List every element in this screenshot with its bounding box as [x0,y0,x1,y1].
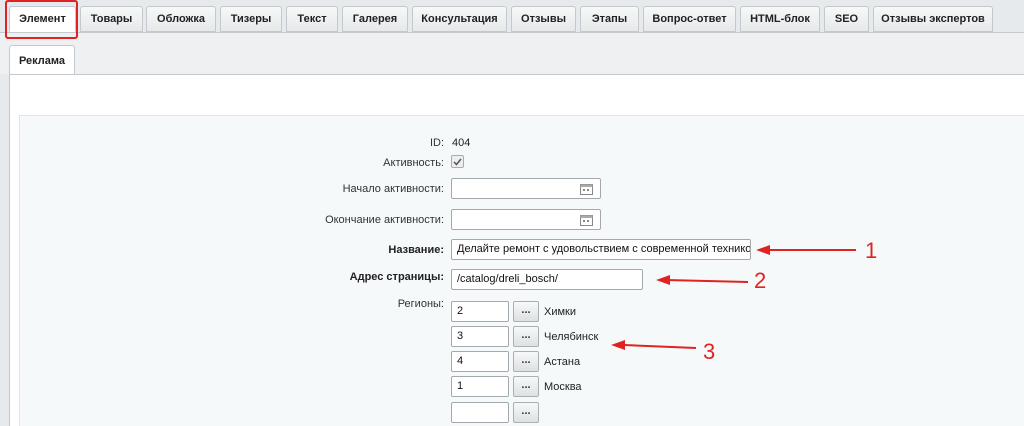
button-label: ... [521,404,531,417]
tab-label: Элемент [19,13,66,25]
id-label: ID: [429,137,444,149]
active-checkbox[interactable] [451,155,464,168]
button-label: ... [521,303,531,316]
annotation-number: 2 [754,268,767,293]
tab-text[interactable]: Текст [286,6,338,32]
region-name: Астана [544,356,581,368]
tab-label: Товары [90,13,133,25]
active-to-label: Окончание активности: [325,214,444,226]
tab-label: Этапы [591,13,628,25]
region-id-input[interactable]: 1 [451,376,509,397]
tab-stages[interactable]: Этапы [580,6,639,32]
url-label: Адрес страницы: [349,271,444,283]
name-value: Делайте ремонт с удовольствием с совреме… [457,243,751,255]
subtabs-bar: Реклама [0,32,1024,76]
tab-gallery[interactable]: Галерея [342,6,408,32]
tab-products[interactable]: Товары [80,6,143,32]
tab-consultation[interactable]: Консультация [412,6,507,32]
button-label: ... [521,328,531,341]
region-id-input[interactable]: 4 [451,351,509,372]
button-label: ... [521,378,531,391]
region-select-button[interactable]: ... [513,326,539,347]
tab-label: Отзывы [521,13,566,25]
regions-label: Регионы: [397,298,444,310]
tab-label: HTML-блок [750,13,810,25]
check-icon [453,158,462,166]
region-id-value: 1 [457,380,464,392]
region-select-button[interactable]: ... [513,376,539,397]
region-name: Химки [544,306,577,318]
active-from-label: Начало активности: [342,183,444,195]
calendar-icon[interactable] [580,183,593,195]
tab-advertising[interactable]: Реклама [9,45,75,76]
region-id-input[interactable] [451,402,509,423]
active-label: Активность: [383,157,444,169]
region-name: Москва [544,381,582,393]
tabs-bar: Элемент Товары Обложка Тизеры Текст Гале… [0,0,1024,36]
tab-faq[interactable]: Вопрос-ответ [643,6,736,32]
tab-label: Галерея [352,13,398,25]
region-id-value: 2 [457,305,464,317]
region-id-input[interactable]: 2 [451,301,509,322]
tab-label: Обложка [157,13,205,25]
tab-label: Текст [297,13,327,25]
tab-label: Вопрос-ответ [652,13,727,25]
name-label: Название: [388,244,444,256]
annotation-number: 1 [865,238,878,263]
region-id-input[interactable]: 3 [451,326,509,347]
tab-label: Тизеры [230,13,272,25]
tab-label: Реклама [18,55,66,67]
region-name: Челябинск [544,331,599,343]
calendar-icon[interactable] [580,214,593,226]
url-value: /catalog/dreli_bosch/ [457,273,558,285]
url-input[interactable]: /catalog/dreli_bosch/ [451,269,643,290]
button-label: ... [521,353,531,366]
tab-teasers[interactable]: Тизеры [220,6,282,32]
tab-seo[interactable]: SEO [824,6,869,32]
tab-expert-reviews[interactable]: Отзывы экспертов [873,6,993,32]
region-select-button[interactable]: ... [513,351,539,372]
region-id-value: 3 [457,330,464,342]
active-to-input[interactable] [451,209,601,230]
tab-html-block[interactable]: HTML-блок [740,6,820,32]
tab-reviews[interactable]: Отзывы [511,6,576,32]
tab-label: Консультация [421,13,498,25]
region-select-button[interactable]: ... [513,301,539,322]
id-value: 404 [452,137,471,149]
annotation-number: 3 [703,339,716,364]
active-from-input[interactable] [451,178,601,199]
region-id-value: 4 [457,355,464,367]
name-input[interactable]: Делайте ремонт с удовольствием с совреме… [451,239,751,260]
tab-cover[interactable]: Обложка [146,6,216,32]
tab-label: Отзывы экспертов [881,13,985,25]
tab-label: SEO [834,13,859,25]
tab-element[interactable]: Элемент [9,6,76,32]
region-select-button[interactable]: ... [513,402,539,423]
